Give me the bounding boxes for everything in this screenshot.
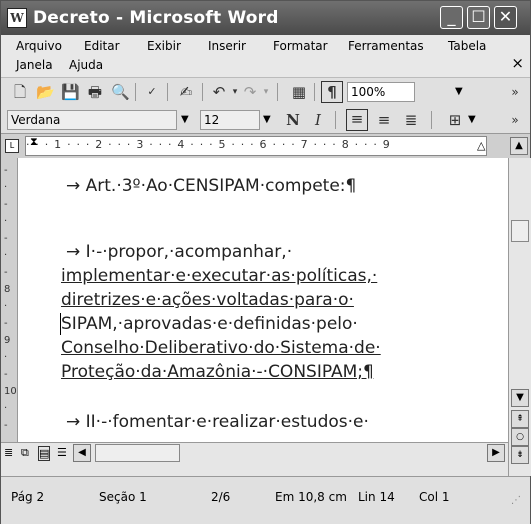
print-layout-icon[interactable]: ▤: [38, 446, 51, 461]
menu-arquivo[interactable]: Arquivo: [16, 39, 62, 53]
resize-grip-icon[interactable]: ⋰: [511, 495, 521, 506]
formatting-toolbar: Verdana ▼ 12 ▼ N I ≡ ≡ ≣ ⊞ ▼ »: [1, 106, 530, 134]
menu-tabela[interactable]: Tabela: [448, 39, 486, 53]
toolbar-overflow-icon[interactable]: »: [506, 83, 524, 101]
status-position: Em 10,8 cm: [275, 490, 347, 504]
italic-button[interactable]: I: [309, 111, 327, 129]
close-icon: ✕: [498, 7, 513, 26]
menu-inserir[interactable]: Inserir: [208, 39, 246, 53]
bold-button[interactable]: N: [284, 111, 302, 129]
status-bar: Pág 2 Seção 1 2/6 Em 10,8 cm Lin 14 Col …: [1, 476, 530, 524]
zoom-box[interactable]: 100%: [347, 82, 415, 102]
toolbars: 🗋 📂 💾 🖶 🔍 ✓ ✍ ↶ ▾ ↷ ▾ ▦ ¶ 100% ▼ » Verda…: [1, 77, 530, 134]
align-center-icon[interactable]: ≡: [375, 111, 393, 129]
borders-icon[interactable]: ⊞: [446, 111, 464, 129]
print-preview-icon[interactable]: 🔍: [111, 83, 130, 101]
text-cursor: [60, 313, 61, 335]
status-section: Seção 1: [99, 490, 147, 504]
tab-selector-icon[interactable]: L: [5, 139, 19, 153]
toolbar-separator: [335, 111, 336, 129]
word-app-icon[interactable]: W: [7, 8, 27, 28]
paragraph-line: Proteção·da·Amazônia·-·CONSIPAM;¶: [61, 362, 374, 382]
menu-janela[interactable]: Janela: [16, 58, 53, 72]
menu-formatar[interactable]: Formatar: [273, 39, 328, 53]
previous-page-icon[interactable]: ⇞: [511, 410, 529, 428]
word-window: W Decreto - Microsoft Word _ ☐ ✕ Arquivo…: [0, 0, 531, 524]
menu-ajuda[interactable]: Ajuda: [69, 58, 103, 72]
vertical-scrollbar[interactable]: ▼ ⇞ ○ ⇟: [508, 158, 531, 476]
window-title: Decreto - Microsoft Word: [33, 8, 279, 28]
format-painter-icon[interactable]: ✍: [177, 83, 195, 101]
justify-icon[interactable]: ≣: [402, 111, 420, 129]
horizontal-scroll-thumb[interactable]: [95, 444, 180, 462]
paragraph-line: SIPAM,·aprovadas·e·definidas·pelo·: [61, 314, 358, 334]
scroll-left-button[interactable]: ◀: [73, 444, 91, 462]
open-icon[interactable]: 📂: [36, 83, 55, 101]
horizontal-scroll-row: ≣ ⧉ ▤ ☰ ◀ ▶: [1, 442, 508, 477]
close-window-button[interactable]: ✕: [494, 6, 517, 29]
web-layout-icon[interactable]: ⧉: [21, 446, 29, 460]
title-bar[interactable]: W Decreto - Microsoft Word _ ☐ ✕: [1, 1, 530, 35]
normal-view-icon[interactable]: ≣: [4, 446, 13, 459]
maximize-icon: ☐: [471, 7, 486, 26]
minimize-button[interactable]: _: [440, 6, 463, 29]
insert-table-icon[interactable]: ▦: [290, 83, 308, 101]
paragraph-ii: → II·-·fomentar·e·realizar·estudos·e·: [66, 412, 369, 432]
toolbar-separator: [135, 83, 136, 101]
standard-toolbar: 🗋 📂 💾 🖶 🔍 ✓ ✍ ↶ ▾ ↷ ▾ ▦ ¶ 100% ▼ »: [1, 78, 530, 106]
font-size-box[interactable]: 12: [200, 110, 260, 130]
toolbar-separator: [314, 83, 315, 101]
redo-dropdown-icon[interactable]: ▾: [257, 83, 275, 101]
save-icon[interactable]: 💾: [61, 83, 80, 101]
scroll-thumb[interactable]: [511, 220, 529, 242]
borders-dropdown-icon[interactable]: ▼: [468, 110, 476, 130]
menu-bar: Arquivo Editar Exibir Inserir Formatar F…: [1, 35, 530, 77]
ruler-scale: · · · 1 · · · 2 · · · 3 · · · 4 · · · 5 …: [25, 136, 487, 156]
menu-ferramentas[interactable]: Ferramentas: [348, 39, 424, 53]
select-browse-object-icon[interactable]: ○: [511, 428, 529, 446]
new-document-icon[interactable]: 🗋: [11, 83, 29, 101]
zoom-dropdown-icon[interactable]: ▼: [455, 82, 463, 102]
menu-exibir[interactable]: Exibir: [147, 39, 181, 53]
indent-marker-icon[interactable]: ⧗: [30, 135, 38, 149]
document-area[interactable]: → Art.·3º·Ao·CENSIPAM·compete:¶ → I·-·pr…: [18, 158, 508, 442]
scroll-down-button[interactable]: ▼: [511, 389, 529, 407]
status-column: Col 1: [419, 490, 450, 504]
paragraph-line: Conselho·Deliberativo·do·Sistema·de·: [61, 338, 381, 358]
outline-view-icon[interactable]: ☰: [57, 446, 67, 459]
toolbar-overflow-icon[interactable]: »: [506, 111, 524, 129]
status-page-of: 2/6: [211, 490, 231, 504]
toolbar-separator: [202, 83, 203, 101]
font-size-dropdown-icon[interactable]: ▼: [263, 110, 271, 130]
font-name-box[interactable]: Verdana: [7, 110, 177, 130]
paragraph-line: → I·-·propor,·acompanhar,·: [66, 242, 293, 262]
right-indent-marker-icon[interactable]: △: [477, 139, 485, 152]
menu-editar[interactable]: Editar: [84, 39, 120, 53]
paragraph-art3: → Art.·3º·Ao·CENSIPAM·compete:¶: [66, 176, 357, 196]
minimize-icon: _: [447, 7, 456, 26]
scroll-right-button[interactable]: ▶: [487, 444, 505, 462]
spelling-icon[interactable]: ✓: [143, 83, 161, 101]
status-page: Pág 2: [11, 490, 45, 504]
toolbar-separator: [167, 83, 168, 101]
close-document-button[interactable]: ×: [511, 54, 524, 72]
vertical-ruler: - · - · - · -8 · -9 · -10 · -: [1, 158, 18, 442]
scroll-up-button[interactable]: ▲: [510, 137, 528, 155]
next-page-icon[interactable]: ⇟: [511, 446, 529, 464]
horizontal-ruler[interactable]: L · · · 1 · · · 2 · · · 3 · · · 4 · · · …: [1, 133, 530, 159]
print-icon[interactable]: 🖶: [86, 83, 104, 101]
paragraph-line: implementar·e·executar·as·políticas,·: [61, 266, 378, 286]
show-formatting-marks-button[interactable]: ¶: [321, 81, 343, 103]
align-left-icon[interactable]: ≡: [346, 109, 368, 131]
toolbar-separator: [431, 111, 432, 129]
toolbar-separator: [277, 83, 278, 101]
status-line: Lin 14: [358, 490, 395, 504]
maximize-button[interactable]: ☐: [467, 6, 490, 29]
paragraph-line: diretrizes·e·ações·voltadas·para·o·: [61, 290, 354, 310]
font-name-dropdown-icon[interactable]: ▼: [181, 110, 189, 130]
